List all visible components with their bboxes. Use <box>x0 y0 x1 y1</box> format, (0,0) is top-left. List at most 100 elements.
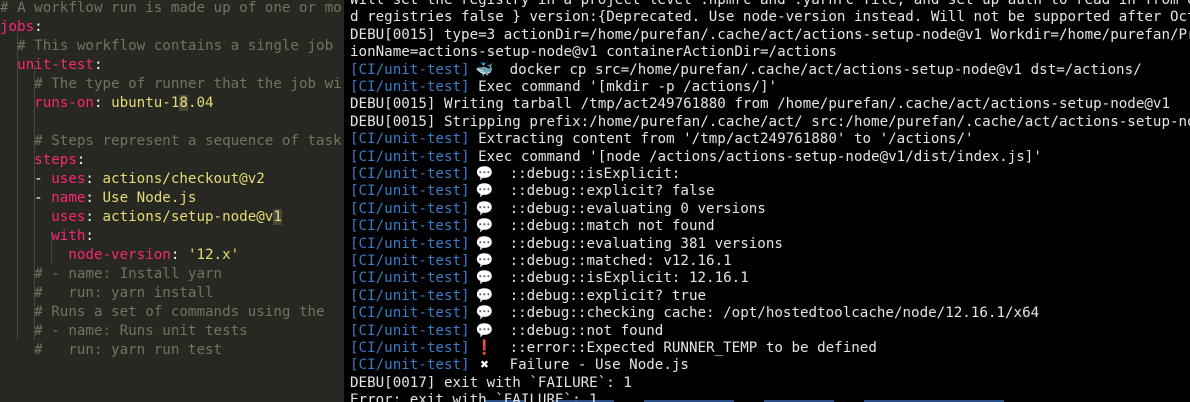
terminal-line: [CI/unit-test] Extracting content from '… <box>350 131 974 148</box>
editor-token: : <box>170 247 188 263</box>
editor-token: node-version <box>0 247 171 263</box>
terminal-line: [CI/unit-test] 💬::debug::isExplicit: <box>350 166 680 183</box>
terminal-text: Error: exit with `FAILURE`: 1 <box>350 392 598 402</box>
terminal-line: [CI/unit-test] 💬::debug::match not found <box>350 218 715 235</box>
terminal-line: DEBU[0015] Stripping prefix:/home/purefa… <box>350 114 1190 131</box>
code-editor-pane[interactable]: # A workflow run is made up of one or mo… <box>0 0 344 402</box>
speech-bubble-icon: 💬 <box>475 218 494 235</box>
terminal-line: DEBU[0015] Writing tarball /tmp/act24976… <box>350 96 1170 113</box>
job-tag: [CI/unit-test] <box>350 79 470 95</box>
job-tag: [CI/unit-test] <box>350 287 470 304</box>
editor-line[interactable]: uses: actions/setup-node@v1 <box>0 208 282 227</box>
speech-bubble-icon: 💬 <box>475 183 494 200</box>
terminal-text: ::debug::evaluating 0 versions <box>509 200 766 217</box>
editor-token: '12.x' <box>187 247 240 263</box>
editor-token: # This workflow contains a single job <box>0 38 342 54</box>
terminal-text: ::debug::evaluating 381 versions <box>509 235 783 252</box>
job-tag: [CI/unit-test] <box>350 305 470 322</box>
editor-token: - <box>0 190 52 206</box>
terminal-text: docker cp src=/home/purefan/.cache/act/a… <box>509 61 1142 78</box>
editor-line[interactable]: runs-on: ubuntu-18.04 <box>0 94 214 113</box>
speech-bubble-icon: 💬 <box>475 305 494 322</box>
editor-token: : <box>93 57 103 73</box>
terminal-line: [CI/unit-test] 💬::debug::not found <box>350 323 663 340</box>
terminal-text: ::debug::explicit? false <box>509 183 715 200</box>
editor-line[interactable]: # Steps represent a sequence of task <box>0 132 342 151</box>
terminal-line: [CI/unit-test] 💬::debug::checking cache: … <box>350 305 1039 322</box>
terminal-pane[interactable]: Will set the registry in a project level… <box>344 0 1190 402</box>
editor-token: # The type of runner that the job wi <box>0 76 342 92</box>
editor-token: # - name: Runs unit tests <box>0 323 248 339</box>
terminal-line: d registries false } version:{Deprecated… <box>350 9 1190 26</box>
editor-token: : <box>34 19 43 35</box>
editor-token: 8 <box>179 95 188 111</box>
editor-line[interactable]: - uses: actions/checkout@v2 <box>0 170 265 189</box>
terminal-text: ::debug::not found <box>509 322 664 339</box>
editor-line[interactable]: - name: Use Node.js <box>0 189 196 208</box>
editor-line[interactable]: jobs: <box>0 18 43 37</box>
editor-line[interactable]: # The type of runner that the job wi <box>0 75 342 94</box>
editor-token: ubuntu-1 <box>111 95 180 111</box>
editor-token: : <box>85 228 94 244</box>
job-tag: [CI/unit-test] <box>350 340 470 356</box>
editor-token: Use Node.js <box>102 190 197 206</box>
editor-line[interactable]: # - name: Runs unit tests <box>0 322 248 341</box>
job-tag: [CI/unit-test] <box>350 200 470 217</box>
editor-token: : <box>76 152 86 168</box>
speech-bubble-icon: 💬 <box>475 166 494 182</box>
editor-line[interactable]: # A workflow run is made up of one or mo <box>0 0 342 18</box>
terminal-text: d registries false } version:{Deprecated… <box>350 9 1190 26</box>
terminal-text: ::debug::isExplicit: <box>509 166 681 182</box>
terminal-line: [CI/unit-test] Exec command '[node /acti… <box>350 149 1042 166</box>
terminal-line: [CI/unit-test] 💬::debug::evaluating 0 ver… <box>350 201 766 218</box>
terminal-line: DEBU[0017] exit with `FAILURE`: 1 <box>350 375 632 392</box>
editor-line[interactable]: # Runs a set of commands using the <box>0 303 325 322</box>
terminal-text: ::debug::matched: v12.16.1 <box>509 253 732 269</box>
editor-line[interactable]: steps: <box>0 151 85 170</box>
cross-mark-icon: ✖ <box>480 357 489 374</box>
job-tag: [CI/unit-test] <box>350 322 470 339</box>
editor-line[interactable]: with: <box>0 227 94 246</box>
job-tag: [CI/unit-test] <box>350 61 470 78</box>
job-tag: [CI/unit-test] <box>350 270 470 287</box>
terminal-text: DEBU[0015] Writing tarball /tmp/act24976… <box>350 96 1170 113</box>
editor-token: uses <box>0 209 86 225</box>
editor-token: actions/checkout@v2 <box>102 171 265 187</box>
docker-whale-icon: 🐳 <box>475 61 494 78</box>
editor-line[interactable]: unit-test: <box>0 56 103 75</box>
editor-token: : <box>93 95 112 111</box>
terminal-line: [CI/unit-test] 💬::debug::explicit? false <box>350 183 715 200</box>
job-tag: [CI/unit-test] <box>350 253 470 269</box>
job-tag: [CI/unit-test] <box>350 148 470 165</box>
speech-bubble-icon: 💬 <box>475 322 494 339</box>
editor-token: unit-test <box>0 57 94 73</box>
terminal-text: Exec command '[mkdir -p /actions/]' <box>478 79 778 95</box>
terminal-text: Exec command '[node /actions/actions-set… <box>478 148 1042 165</box>
editor-token: # run: yarn install <box>0 285 214 301</box>
terminal-line: [CI/unit-test] Exec command '[mkdir -p /… <box>350 79 777 96</box>
terminal-line: [CI/unit-test] 🐳 docker cp src=/home/puref… <box>350 62 1142 79</box>
terminal-text: ::debug::match not found <box>509 218 715 235</box>
terminal-line: [CI/unit-test] ✖ Failure - Use Node.js <box>350 357 689 374</box>
editor-token: with <box>0 228 86 244</box>
terminal-text: ::error::Expected RUNNER_TEMP to be defi… <box>509 340 877 356</box>
editor-token: # Runs a set of commands using the <box>0 304 325 320</box>
terminal-text: DEBU[0015] type=3 actionDir=/home/purefa… <box>350 26 1190 43</box>
job-tag: [CI/unit-test] <box>350 218 470 235</box>
editor-token: 1 <box>273 209 282 225</box>
editor-line[interactable]: node-version: '12.x' <box>0 246 239 265</box>
terminal-text: DEBU[0017] exit with `FAILURE`: 1 <box>350 374 632 391</box>
editor-token: runs-on <box>0 95 94 111</box>
editor-token: actions/setup-node@v <box>102 209 274 225</box>
editor-line[interactable]: # run: yarn run test <box>0 341 222 360</box>
exclamation-icon: ❗ <box>475 340 494 356</box>
terminal-line: [CI/unit-test] 💬::debug::evaluating 381 v… <box>350 236 783 253</box>
editor-line[interactable]: # run: yarn install <box>0 284 214 303</box>
terminal-text: Failure - Use Node.js <box>509 357 689 374</box>
job-tag: [CI/unit-test] <box>350 235 470 252</box>
editor-line[interactable]: # - name: Install yarn <box>0 265 222 284</box>
terminal-text: DEBU[0015] Stripping prefix:/home/purefa… <box>350 113 1190 130</box>
editor-token: : <box>85 171 103 187</box>
editor-line[interactable]: # This workflow contains a single job <box>0 37 342 56</box>
terminal-text: ::debug::explicit? true <box>509 287 707 304</box>
